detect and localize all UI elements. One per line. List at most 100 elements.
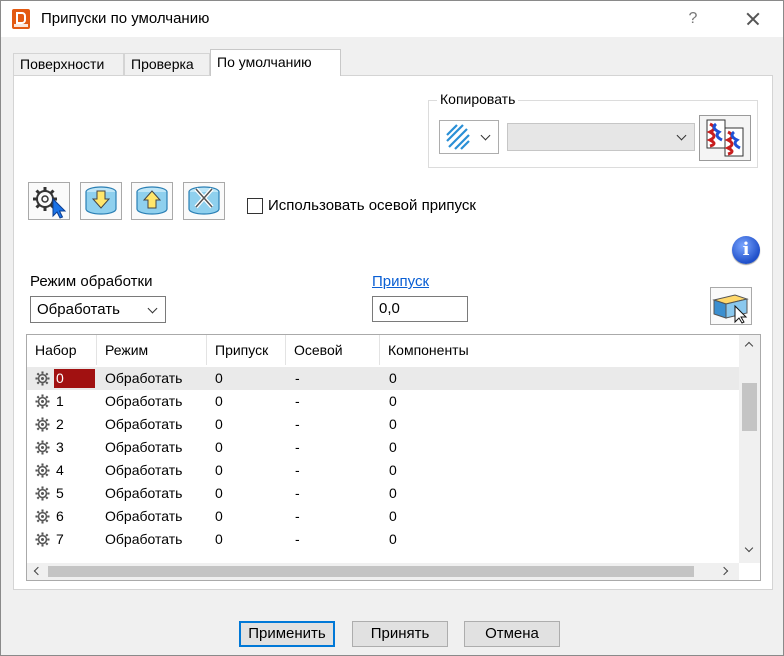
cell-allowance: 0: [215, 439, 223, 455]
cell-axial: -: [295, 439, 300, 455]
mode-value: Обработать: [37, 301, 120, 318]
cell-mode: Обработать: [105, 370, 183, 386]
dialog-window: Припуски по умолчанию ? Поверхности Пров…: [0, 0, 784, 656]
scroll-down-icon[interactable]: [744, 543, 754, 553]
copy-group-label: Копировать: [437, 91, 519, 107]
gear-icon: [35, 417, 50, 432]
column-header-components[interactable]: Компоненты: [380, 335, 739, 365]
cell-components: 0: [389, 508, 397, 524]
cell-allowance: 0: [215, 416, 223, 432]
gear-icon: [35, 532, 50, 547]
copy-source-dropdown[interactable]: [507, 123, 695, 151]
cell-allowance: 0: [215, 508, 223, 524]
cell-components: 0: [389, 531, 397, 547]
table-row[interactable]: 7 Обработать 0 - 0: [27, 528, 739, 551]
tab-panel-default: Копировать Использовать осевой припуск i…: [13, 75, 773, 590]
scroll-left-icon[interactable]: [33, 566, 43, 576]
column-header-allowance[interactable]: Припуск: [207, 335, 286, 365]
chevron-down-icon: [147, 303, 158, 314]
window-title: Припуски по умолчанию: [41, 10, 210, 27]
cell-components: 0: [389, 416, 397, 432]
vertical-scroll-thumb[interactable]: [742, 383, 757, 431]
gear-icon: [35, 440, 50, 455]
table-row[interactable]: 1 Обработать 0 - 0: [27, 390, 739, 413]
apply-button[interactable]: Применить: [239, 621, 335, 647]
edit-set-button[interactable]: [710, 287, 752, 325]
allowance-link[interactable]: Припуск: [372, 273, 429, 290]
cell-allowance: 0: [215, 370, 223, 386]
cell-set-id: 7: [56, 531, 64, 547]
mode-label: Режим обработки: [30, 273, 153, 290]
column-header-mode[interactable]: Режим: [97, 335, 207, 365]
edit-set-icon: [712, 294, 749, 324]
copy-allowance-icon: [706, 119, 744, 157]
table-row[interactable]: 6 Обработать 0 - 0: [27, 505, 739, 528]
column-header-set[interactable]: Набор: [27, 335, 97, 365]
gear-icon: [35, 486, 50, 501]
app-icon: [12, 9, 30, 29]
cell-axial: -: [295, 508, 300, 524]
cell-set-id: 3: [56, 439, 64, 455]
export-button[interactable]: [131, 182, 173, 220]
accept-button[interactable]: Принять: [352, 621, 448, 647]
tab-check[interactable]: Проверка: [124, 53, 210, 75]
reset-button[interactable]: [183, 182, 225, 220]
title-bar: Припуски по умолчанию ?: [1, 1, 783, 37]
scroll-up-icon[interactable]: [744, 341, 754, 351]
table-row[interactable]: 5 Обработать 0 - 0: [27, 482, 739, 505]
select-by-gear-icon: [33, 187, 67, 219]
cell-components: 0: [389, 462, 397, 478]
cell-components: 0: [389, 393, 397, 409]
cell-axial: -: [295, 416, 300, 432]
mode-dropdown[interactable]: Обработать: [30, 296, 166, 323]
tab-default[interactable]: По умолчанию: [210, 49, 341, 76]
cell-set-id: 5: [56, 485, 64, 501]
horizontal-scroll-thumb[interactable]: [48, 566, 694, 577]
gear-icon: [35, 371, 50, 386]
cell-set-id: 2: [56, 416, 64, 432]
import-button[interactable]: [80, 182, 122, 220]
allowance-sets-table: Набор Режим Припуск Осевой Компоненты 0О…: [26, 334, 761, 581]
cell-set-id: 1: [56, 393, 64, 409]
cell-axial: -: [295, 370, 300, 386]
cell-mode: Обработать: [105, 416, 183, 432]
table-row[interactable]: 2 Обработать 0 - 0: [27, 413, 739, 436]
horizontal-scrollbar[interactable]: [27, 563, 739, 580]
help-button[interactable]: ?: [681, 7, 705, 31]
cell-set-id: 4: [56, 462, 64, 478]
allowance-input[interactable]: 0,0: [372, 296, 468, 322]
use-axial-checkbox[interactable]: [247, 198, 263, 214]
gear-icon: [35, 463, 50, 478]
cell-allowance: 0: [215, 462, 223, 478]
cell-mode: Обработать: [105, 439, 183, 455]
copy-allowance-button[interactable]: [699, 115, 751, 161]
table-row[interactable]: 0 Обработать 0 - 0: [27, 367, 739, 390]
vertical-scrollbar[interactable]: [739, 335, 760, 563]
column-header-axial[interactable]: Осевой: [286, 335, 380, 365]
surface-stripes-icon: [446, 124, 470, 150]
cell-set-id: 6: [56, 508, 64, 524]
cell-mode: Обработать: [105, 531, 183, 547]
scroll-right-icon[interactable]: [719, 566, 729, 576]
cell-mode: Обработать: [105, 485, 183, 501]
table-header: Набор Режим Припуск Осевой Компоненты: [27, 335, 739, 365]
cell-mode: Обработать: [105, 393, 183, 409]
table-row[interactable]: 3 Обработать 0 - 0: [27, 436, 739, 459]
cancel-button[interactable]: Отмена: [464, 621, 560, 647]
chevron-down-icon: [480, 130, 491, 141]
close-icon[interactable]: [741, 7, 765, 31]
cell-allowance: 0: [215, 485, 223, 501]
cell-components: 0: [389, 370, 397, 386]
import-cylinder-icon: [85, 186, 117, 215]
use-axial-label: Использовать осевой припуск: [268, 197, 476, 214]
select-by-gear-button[interactable]: [28, 182, 70, 220]
cell-allowance: 0: [215, 531, 223, 547]
tab-surfaces[interactable]: Поверхности: [13, 53, 124, 75]
cell-axial: -: [295, 485, 300, 501]
chevron-down-icon: [676, 130, 687, 141]
cell-components: 0: [389, 485, 397, 501]
info-icon[interactable]: i: [732, 236, 760, 264]
table-row[interactable]: 4 Обработать 0 - 0: [27, 459, 739, 482]
copy-mode-combo[interactable]: [439, 120, 499, 154]
copy-group: Копировать: [428, 91, 758, 168]
